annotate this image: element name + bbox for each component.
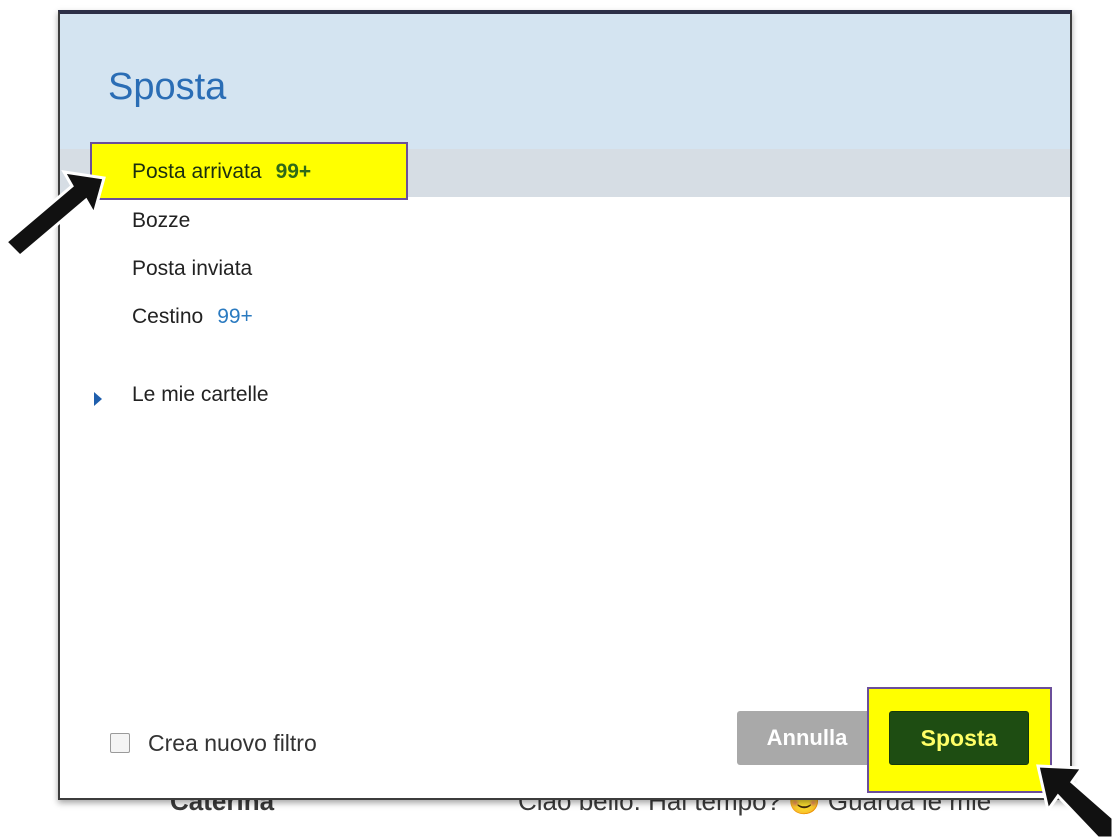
folder-item-cestino[interactable]: Cestino 99+ xyxy=(60,293,1070,341)
black-arrow-pointer-icon xyxy=(1036,764,1113,838)
my-folders-label: Le mie cartelle xyxy=(132,383,269,406)
create-filter-checkbox[interactable] xyxy=(110,733,130,753)
folder-label: Posta inviata xyxy=(132,257,253,280)
caret-right-icon[interactable] xyxy=(94,392,102,406)
folder-label: Cestino 99+ xyxy=(132,305,253,329)
dialog-title: Sposta xyxy=(108,66,227,108)
black-arrow-pointer-icon xyxy=(3,170,106,259)
folder-label-text: Posta arrivata xyxy=(132,160,262,183)
my-folders-toggle[interactable]: Le mie cartelle xyxy=(60,371,1070,419)
move-button[interactable]: Sposta xyxy=(889,711,1029,765)
folder-item-posta-inviata[interactable]: Posta inviata xyxy=(60,245,1070,293)
folder-label-text: Cestino xyxy=(132,305,204,328)
inbox-highlight-annotation: Posta arrivata 99+ xyxy=(90,142,408,200)
folder-label: Posta arrivata 99+ xyxy=(132,160,311,184)
dialog-header: Sposta xyxy=(60,14,1070,149)
folder-item-bozze[interactable]: Bozze xyxy=(60,197,1070,245)
folder-label: Bozze xyxy=(132,209,191,232)
unread-count-badge: 99+ xyxy=(217,305,253,328)
move-dialog: Sposta Bozze Posta inviata Cestino 99+ Le… xyxy=(58,10,1072,800)
unread-count-badge: 99+ xyxy=(275,160,312,183)
cancel-button[interactable]: Annulla xyxy=(737,711,877,765)
create-filter-label[interactable]: Crea nuovo filtro xyxy=(148,730,317,757)
